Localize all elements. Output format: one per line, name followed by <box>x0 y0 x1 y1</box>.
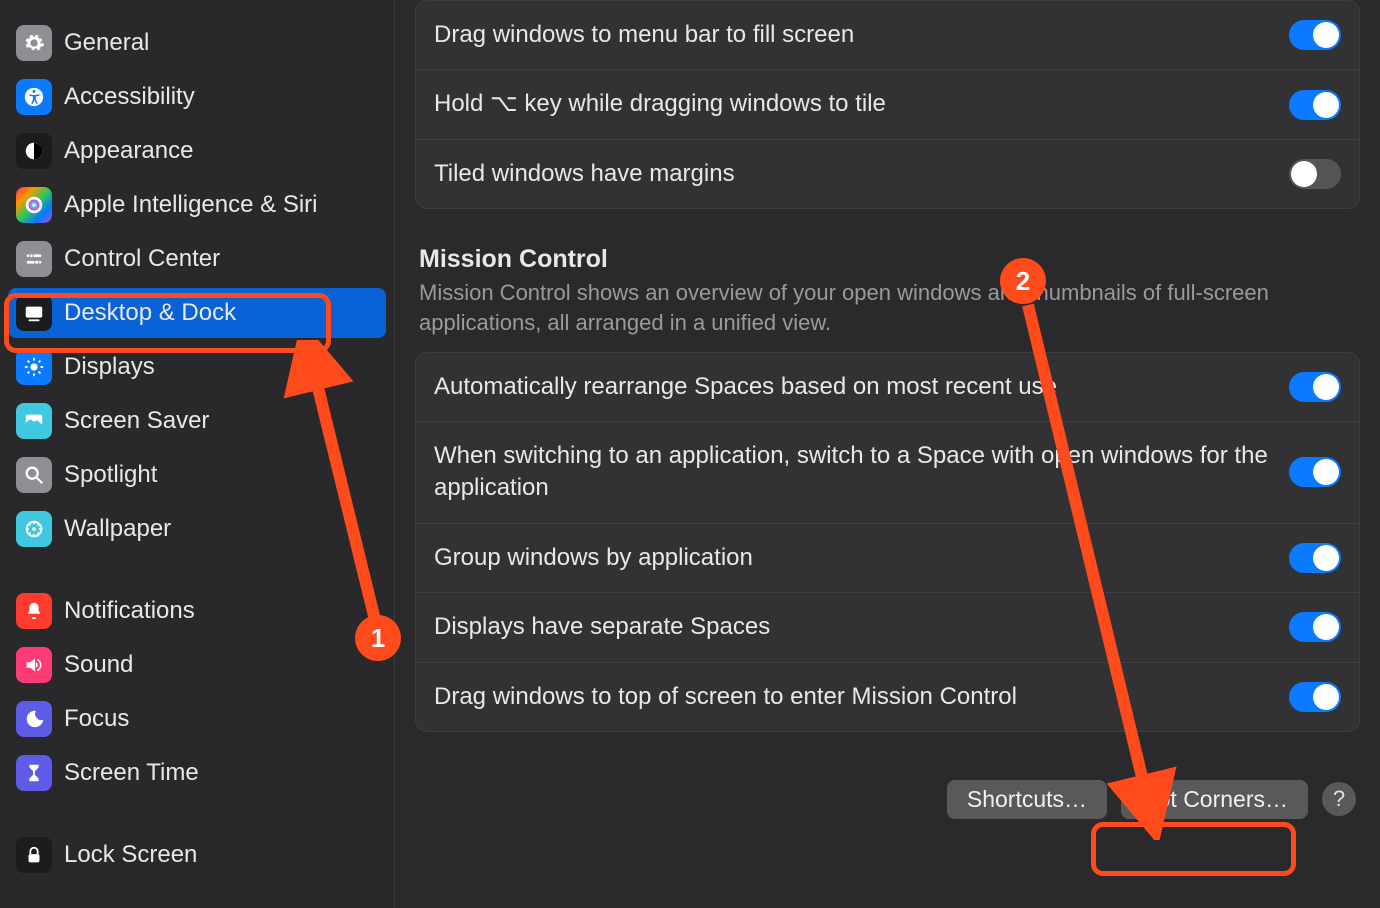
screen-saver-icon <box>16 403 52 439</box>
mission-control-toggle[interactable] <box>1289 612 1341 642</box>
mission-control-toggle[interactable] <box>1289 457 1341 487</box>
sidebar-item-label: Lock Screen <box>64 841 197 869</box>
main-content: Drag windows to menu bar to fill screen H… <box>395 0 1380 908</box>
sidebar-item-label: Screen Time <box>64 759 199 787</box>
lock-icon <box>16 837 52 873</box>
mission-control-row: When switching to an application, switch… <box>416 422 1359 524</box>
accessibility-icon <box>16 79 52 115</box>
sidebar-item-desktop-dock[interactable]: Desktop & Dock <box>8 288 386 338</box>
mission-control-header: Mission Control Mission Control shows an… <box>415 245 1360 351</box>
sidebar-item-accessibility[interactable]: Accessibility <box>8 72 386 122</box>
sidebar-item-label: Focus <box>64 705 129 733</box>
sidebar-item-spotlight[interactable]: Spotlight <box>8 450 386 500</box>
siri-icon <box>16 187 52 223</box>
window-tiling-toggle[interactable] <box>1289 20 1341 50</box>
sidebar-item-screen-saver[interactable]: Screen Saver <box>8 396 386 446</box>
wallpaper-icon <box>16 511 52 547</box>
window-tiling-label: Hold ⌥ key while dragging windows to til… <box>434 88 886 120</box>
shortcuts-button[interactable]: Shortcuts… <box>947 780 1107 819</box>
mission-control-desc: Mission Control shows an overview of you… <box>419 278 1356 337</box>
sidebar-item-label: Spotlight <box>64 461 157 489</box>
sidebar-item-label: Screen Saver <box>64 407 209 435</box>
mission-control-toggle[interactable] <box>1289 543 1341 573</box>
window-tiling-row: Hold ⌥ key while dragging windows to til… <box>416 70 1359 139</box>
sidebar-item-wallpaper[interactable]: Wallpaper <box>8 504 386 554</box>
sidebar-item-focus[interactable]: Focus <box>8 694 386 744</box>
moon-icon <box>16 701 52 737</box>
hourglass-icon <box>16 755 52 791</box>
sidebar-item-label: Apple Intelligence & Siri <box>64 191 317 219</box>
sidebar-item-label: Appearance <box>64 137 193 165</box>
window-tiling-toggle[interactable] <box>1289 159 1341 189</box>
sidebar: General Accessibility Appearance Apple Inte… <box>0 0 395 908</box>
sidebar-item-notifications[interactable]: Notifications <box>8 586 386 636</box>
window-tiling-label: Tiled windows have margins <box>434 158 735 190</box>
window-tiling-toggle[interactable] <box>1289 90 1341 120</box>
sidebar-item-label: Sound <box>64 651 133 679</box>
sidebar-item-label: Wallpaper <box>64 515 171 543</box>
mission-control-label: Group windows by application <box>434 542 753 574</box>
window-tiling-group: Drag windows to menu bar to fill screen H… <box>415 0 1360 209</box>
window-tiling-label: Drag windows to menu bar to fill screen <box>434 19 854 51</box>
window-tiling-row: Tiled windows have margins <box>416 140 1359 208</box>
mission-control-label: When switching to an application, switch… <box>434 440 1269 505</box>
mission-control-row: Drag windows to top of screen to enter M… <box>416 663 1359 731</box>
mission-control-label: Displays have separate Spaces <box>434 611 770 643</box>
mission-control-toggle[interactable] <box>1289 372 1341 402</box>
mission-control-row: Group windows by application <box>416 524 1359 593</box>
sidebar-item-screen-time[interactable]: Screen Time <box>8 748 386 798</box>
sidebar-item-appearance[interactable]: Appearance <box>8 126 386 176</box>
sidebar-item-general[interactable]: General <box>8 18 386 68</box>
sidebar-item-displays[interactable]: Displays <box>8 342 386 392</box>
mission-control-group: Automatically rearrange Spaces based on … <box>415 352 1360 732</box>
sidebar-item-label: General <box>64 29 149 57</box>
mission-control-toggle[interactable] <box>1289 682 1341 712</box>
sidebar-item-label: Desktop & Dock <box>64 299 236 327</box>
gear-icon <box>16 25 52 61</box>
window-tiling-row: Drag windows to menu bar to fill screen <box>416 1 1359 70</box>
appearance-icon <box>16 133 52 169</box>
sidebar-item-label: Displays <box>64 353 155 381</box>
sidebar-item-sound[interactable]: Sound <box>8 640 386 690</box>
speaker-icon <box>16 647 52 683</box>
sidebar-item-control-center[interactable]: Control Center <box>8 234 386 284</box>
sidebar-item-lock-screen[interactable]: Lock Screen <box>8 830 386 880</box>
hot-corners-button[interactable]: Hot Corners… <box>1121 780 1308 819</box>
sidebar-item-label: Control Center <box>64 245 220 273</box>
dock-icon <box>16 295 52 331</box>
mission-control-row: Displays have separate Spaces <box>416 593 1359 662</box>
search-icon <box>16 457 52 493</box>
mission-control-title: Mission Control <box>419 245 1356 274</box>
help-button[interactable]: ? <box>1322 782 1356 816</box>
mission-control-label: Drag windows to top of screen to enter M… <box>434 681 1017 713</box>
bell-icon <box>16 593 52 629</box>
mission-control-buttons: Shortcuts… Hot Corners… ? <box>415 768 1360 823</box>
mission-control-label: Automatically rearrange Spaces based on … <box>434 371 1057 403</box>
displays-icon <box>16 349 52 385</box>
control-center-icon <box>16 241 52 277</box>
sidebar-item-apple-intelligence-siri[interactable]: Apple Intelligence & Siri <box>8 180 386 230</box>
mission-control-row: Automatically rearrange Spaces based on … <box>416 353 1359 422</box>
sidebar-item-label: Notifications <box>64 597 195 625</box>
sidebar-item-label: Accessibility <box>64 83 195 111</box>
